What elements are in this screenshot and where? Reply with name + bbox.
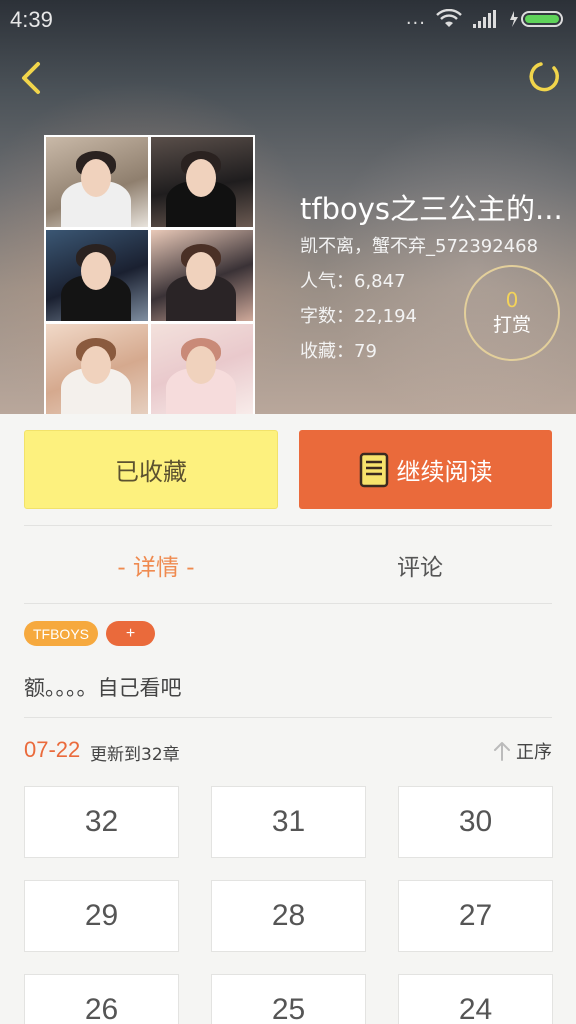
divider — [24, 525, 552, 526]
divider — [24, 717, 552, 718]
chapter-button[interactable]: 28 — [211, 880, 366, 952]
divider — [24, 603, 552, 604]
cover-photo — [46, 230, 148, 321]
cover-photo — [46, 137, 148, 228]
sort-order-button[interactable]: 正序 — [492, 738, 552, 764]
chapter-button[interactable]: 26 — [24, 974, 179, 1024]
add-tag-button[interactable]: + — [106, 621, 155, 646]
status-time: 4:39 — [10, 7, 53, 32]
tag-tfboys[interactable]: TFBOYS — [24, 621, 98, 646]
chapter-grid: 32 31 30 29 28 27 26 25 24 — [24, 786, 553, 1024]
chapter-button[interactable]: 29 — [24, 880, 179, 952]
favorited-button[interactable]: 已收藏 — [24, 430, 278, 509]
book-author[interactable]: 凯不离，蟹不弃_572392468 — [300, 232, 538, 258]
favorites-stat: 收藏：79 — [300, 341, 377, 362]
cover-photo — [151, 323, 253, 414]
cover-photo — [151, 230, 253, 321]
refresh-icon[interactable] — [524, 58, 562, 96]
book-description: 额。。。。自己看吧 — [24, 676, 182, 700]
back-arrow-icon[interactable] — [14, 58, 50, 98]
battery-icon — [510, 10, 563, 27]
chapter-button[interactable]: 24 — [398, 974, 553, 1024]
book-cover — [44, 135, 255, 414]
word-count-stat: 字数：22,194 — [300, 306, 417, 327]
tip-label: 打赏 — [492, 314, 531, 336]
continue-reading-button[interactable]: 继续阅读 — [299, 430, 552, 509]
sort-order-label: 正序 — [516, 742, 552, 763]
book-header: 4:39 ... tfboys之三公主的... 凯不离，蟹不弃_57239246… — [0, 0, 576, 414]
wifi-icon — [436, 8, 462, 27]
cover-photo — [151, 137, 253, 228]
popularity-stat: 人气：6,847 — [300, 271, 406, 292]
cover-photo — [46, 323, 148, 414]
tip-count: 0 — [505, 288, 519, 312]
favorited-label: 已收藏 — [115, 458, 187, 486]
status-bar: 4:39 ... — [0, 0, 576, 40]
book-icon — [359, 452, 388, 487]
update-date: 07-22 — [24, 737, 81, 762]
continue-reading-label: 继续阅读 — [396, 458, 493, 486]
arrow-up-icon — [494, 742, 510, 761]
signal-icon — [473, 9, 496, 28]
more-dots-icon: ... — [405, 8, 426, 29]
tip-button[interactable]: 0 打赏 — [464, 265, 560, 361]
tab-comments[interactable]: 评论 — [288, 548, 552, 582]
chapter-button[interactable]: 31 — [211, 786, 366, 858]
chapter-button[interactable]: 30 — [398, 786, 553, 858]
chapter-button[interactable]: 27 — [398, 880, 553, 952]
chapter-button[interactable]: 32 — [24, 786, 179, 858]
book-title: tfboys之三公主的... — [300, 192, 563, 226]
update-text: 更新到32章 — [90, 745, 180, 765]
status-icons: ... — [406, 8, 566, 29]
chapter-button[interactable]: 25 — [211, 974, 366, 1024]
tab-detail[interactable]: - 详情 - — [24, 548, 288, 582]
